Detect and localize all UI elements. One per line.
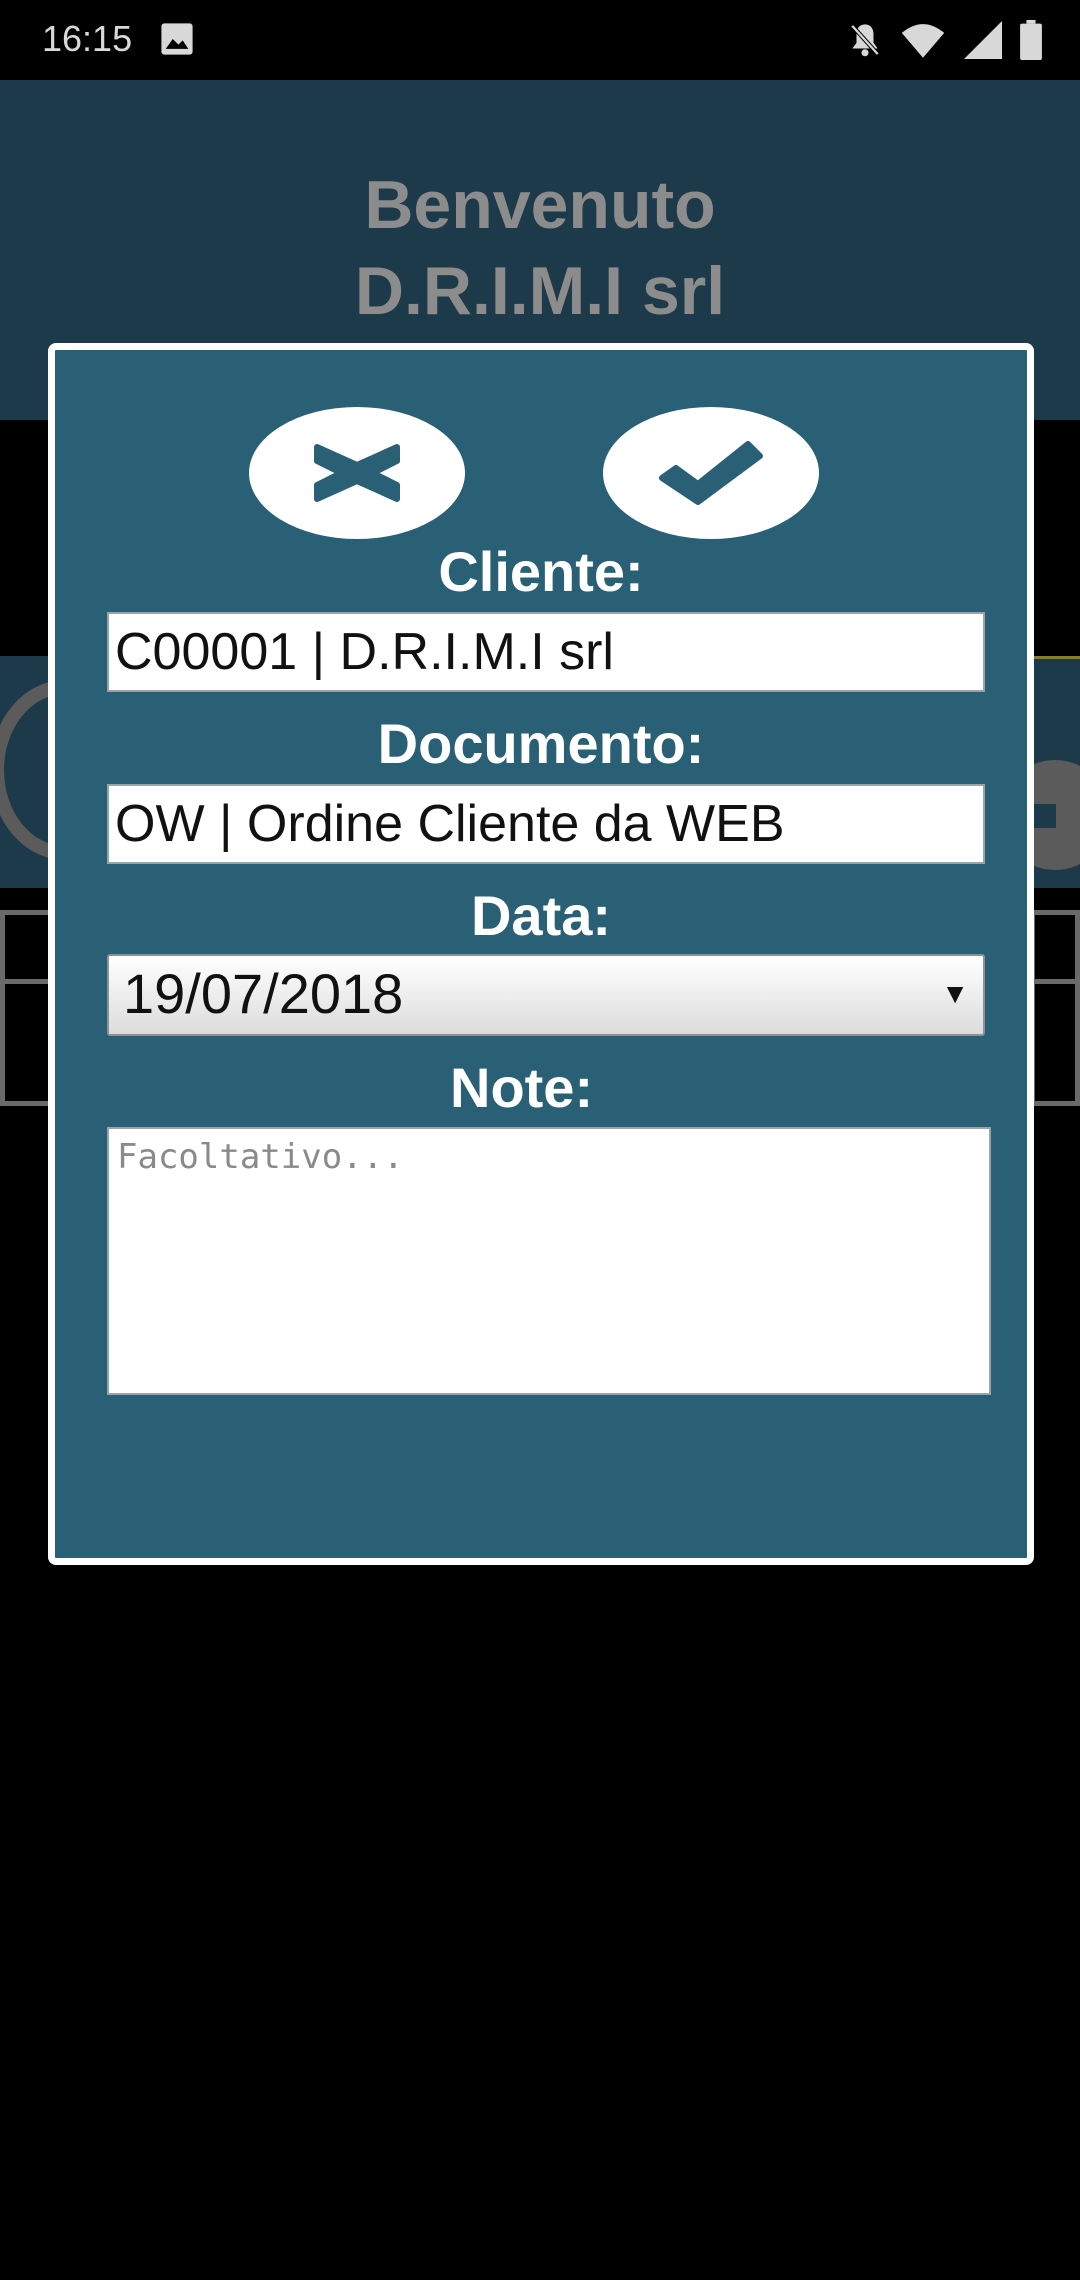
dropdown-arrow-icon: ▼ [941, 978, 969, 1009]
status-icons [848, 20, 1042, 60]
wifi-icon [901, 24, 945, 58]
status-time: 16:15 [42, 18, 133, 59]
documento-field[interactable]: OW | Ordine Cliente da WEB [107, 784, 985, 864]
new-document-dialog: Cliente: C00001 | D.R.I.M.I srl Document… [48, 343, 1034, 1565]
cancel-button[interactable] [249, 407, 465, 539]
gallery-icon [161, 23, 193, 55]
close-icon [314, 444, 400, 502]
cliente-label: Cliente: [438, 540, 644, 603]
data-label: Data: [470, 884, 612, 947]
battery-icon [1020, 20, 1042, 60]
notifications-off-icon [850, 24, 880, 57]
date-select[interactable]: 19/07/2018 ▼ [107, 954, 985, 1036]
confirm-button[interactable] [603, 407, 819, 539]
welcome-title: Benvenuto [364, 167, 716, 243]
company-title: D.R.I.M.I srl [354, 253, 726, 329]
documento-label: Documento: [377, 712, 705, 775]
cliente-field[interactable]: C00001 | D.R.I.M.I srl [107, 612, 985, 692]
status-bar: 16:15 [0, 0, 1080, 80]
check-icon [659, 441, 763, 505]
date-value: 19/07/2018 [123, 962, 404, 1025]
background-table [1030, 910, 1080, 1106]
note-label: Note: [450, 1056, 594, 1119]
signal-icon [964, 21, 1002, 59]
note-placeholder: Facoltativo... [117, 1137, 404, 1177]
note-textarea[interactable]: Facoltativo... [107, 1127, 991, 1395]
